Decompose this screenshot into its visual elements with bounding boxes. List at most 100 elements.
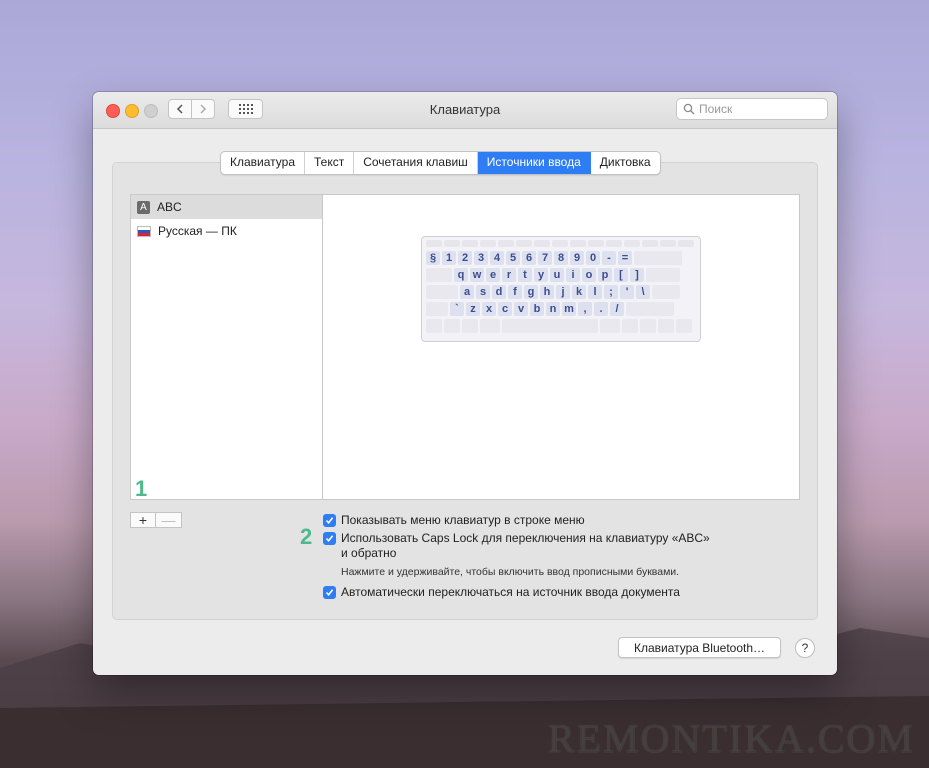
abc-input-icon: A: [137, 200, 150, 214]
keyboard-row-3: a s d f g h j k l ; ' \: [426, 285, 696, 299]
right-shift-key: [626, 302, 674, 316]
auto-switch-label: Автоматически переключаться на источник …: [341, 585, 680, 599]
key: s: [476, 285, 490, 299]
key: \: [636, 285, 650, 299]
show-menu-label: Показывать меню клавиатур в строке меню: [341, 513, 585, 527]
key: -: [602, 251, 616, 265]
keyboard-layout-preview: § 1 2 3 4 5 6 7 8 9 0 - = q w e r t y u …: [421, 236, 701, 342]
tab-bar: Клавиатура Текст Сочетания клавиш Источн…: [220, 151, 661, 175]
key: l: [588, 285, 602, 299]
key: .: [594, 302, 608, 316]
checkmark-icon: [325, 517, 334, 525]
key: e: [486, 268, 500, 282]
keyboard-row-1: § 1 2 3 4 5 6 7 8 9 0 - =: [426, 251, 696, 265]
annotation-marker-2: 2: [300, 524, 313, 549]
key: b: [530, 302, 544, 316]
caps-lock-option[interactable]: Использовать Caps Lock для переключения …: [323, 531, 710, 560]
keyboard-row-5: [426, 319, 696, 333]
tab-text[interactable]: Текст: [305, 152, 355, 174]
key: o: [582, 268, 596, 282]
caps-lock-key: [426, 285, 458, 299]
caps-lock-label: Использовать Caps Lock для переключения …: [341, 531, 710, 560]
key: m: [562, 302, 576, 316]
key: §: [426, 251, 440, 265]
return-key: [652, 285, 680, 299]
key: z: [466, 302, 480, 316]
key: [: [614, 268, 628, 282]
key: 0: [586, 251, 600, 265]
key: n: [546, 302, 560, 316]
show-menu-checkbox[interactable]: [323, 514, 336, 527]
key: v: [514, 302, 528, 316]
show-menu-option[interactable]: Показывать меню клавиатур в строке меню: [323, 513, 585, 527]
input-sources-list: A ABC Русская — ПК: [130, 194, 323, 500]
remove-source-button[interactable]: —: [156, 512, 182, 528]
search-placeholder: Поиск: [699, 102, 733, 116]
key: i: [566, 268, 580, 282]
russia-flag-icon: [137, 225, 151, 237]
keyboard-preferences-window: Клавиатура Поиск Клавиатура Текст Сочета…: [93, 92, 837, 675]
tab-keyboard[interactable]: Клавиатура: [221, 152, 305, 174]
key: x: [482, 302, 496, 316]
key: a: [460, 285, 474, 299]
add-source-button[interactable]: +: [130, 512, 156, 528]
key: 6: [522, 251, 536, 265]
caps-lock-label-line1: Использовать Caps Lock для переключения …: [341, 531, 710, 545]
bluetooth-keyboard-button[interactable]: Клавиатура Bluetooth…: [618, 637, 781, 658]
key: d: [492, 285, 506, 299]
tab-key: [426, 268, 452, 282]
key: w: [470, 268, 484, 282]
key: c: [498, 302, 512, 316]
key: =: [618, 251, 632, 265]
watermark: REMONTIKA.COM: [547, 716, 915, 761]
source-item-russian-pc[interactable]: Русская — ПК: [131, 219, 322, 243]
caps-lock-label-line2: и обратно: [341, 546, 397, 560]
key: j: [556, 285, 570, 299]
key: /: [610, 302, 624, 316]
keyboard-preview-area: § 1 2 3 4 5 6 7 8 9 0 - = q w e r t y u …: [322, 194, 800, 500]
key: f: [508, 285, 522, 299]
key: p: [598, 268, 612, 282]
return-key-top: [646, 268, 680, 282]
key: r: [502, 268, 516, 282]
key: ,: [578, 302, 592, 316]
auto-switch-checkbox[interactable]: [323, 586, 336, 599]
caps-lock-checkbox[interactable]: [323, 532, 336, 545]
key: k: [572, 285, 586, 299]
key: ;: [604, 285, 618, 299]
keyboard-row-4: ` z x c v b n m , . /: [426, 302, 696, 316]
caps-lock-hint: Нажмите и удерживайте, чтобы включить вв…: [341, 566, 680, 578]
annotation-marker-1: 1: [135, 476, 148, 501]
backspace-key: [634, 251, 682, 265]
key: y: [534, 268, 548, 282]
key: 2: [458, 251, 472, 265]
source-label: ABC: [157, 200, 182, 214]
key: q: [454, 268, 468, 282]
key: 8: [554, 251, 568, 265]
key: `: [450, 302, 464, 316]
source-label: Русская — ПК: [158, 224, 237, 238]
tab-dictation[interactable]: Диктовка: [591, 152, 660, 174]
auto-switch-option[interactable]: Автоматически переключаться на источник …: [323, 585, 680, 599]
search-icon: [683, 103, 695, 115]
space-key: [502, 319, 598, 333]
key: 1: [442, 251, 456, 265]
key: u: [550, 268, 564, 282]
checkmark-icon: [325, 589, 334, 597]
key: ': [620, 285, 634, 299]
key: 7: [538, 251, 552, 265]
key: 3: [474, 251, 488, 265]
key: g: [524, 285, 538, 299]
key: 5: [506, 251, 520, 265]
list-add-remove-bar: + —: [130, 512, 182, 528]
key: 9: [570, 251, 584, 265]
tab-input-sources[interactable]: Источники ввода: [477, 152, 591, 174]
left-shift-key: [426, 302, 448, 316]
help-button[interactable]: ?: [795, 638, 815, 658]
source-item-abc[interactable]: A ABC: [131, 195, 322, 219]
keyboard-row-2: q w e r t y u i o p [ ]: [426, 268, 696, 282]
key: h: [540, 285, 554, 299]
search-field[interactable]: Поиск: [676, 98, 828, 120]
checkmark-icon: [325, 535, 334, 543]
tab-shortcuts[interactable]: Сочетания клавиш: [354, 152, 478, 174]
